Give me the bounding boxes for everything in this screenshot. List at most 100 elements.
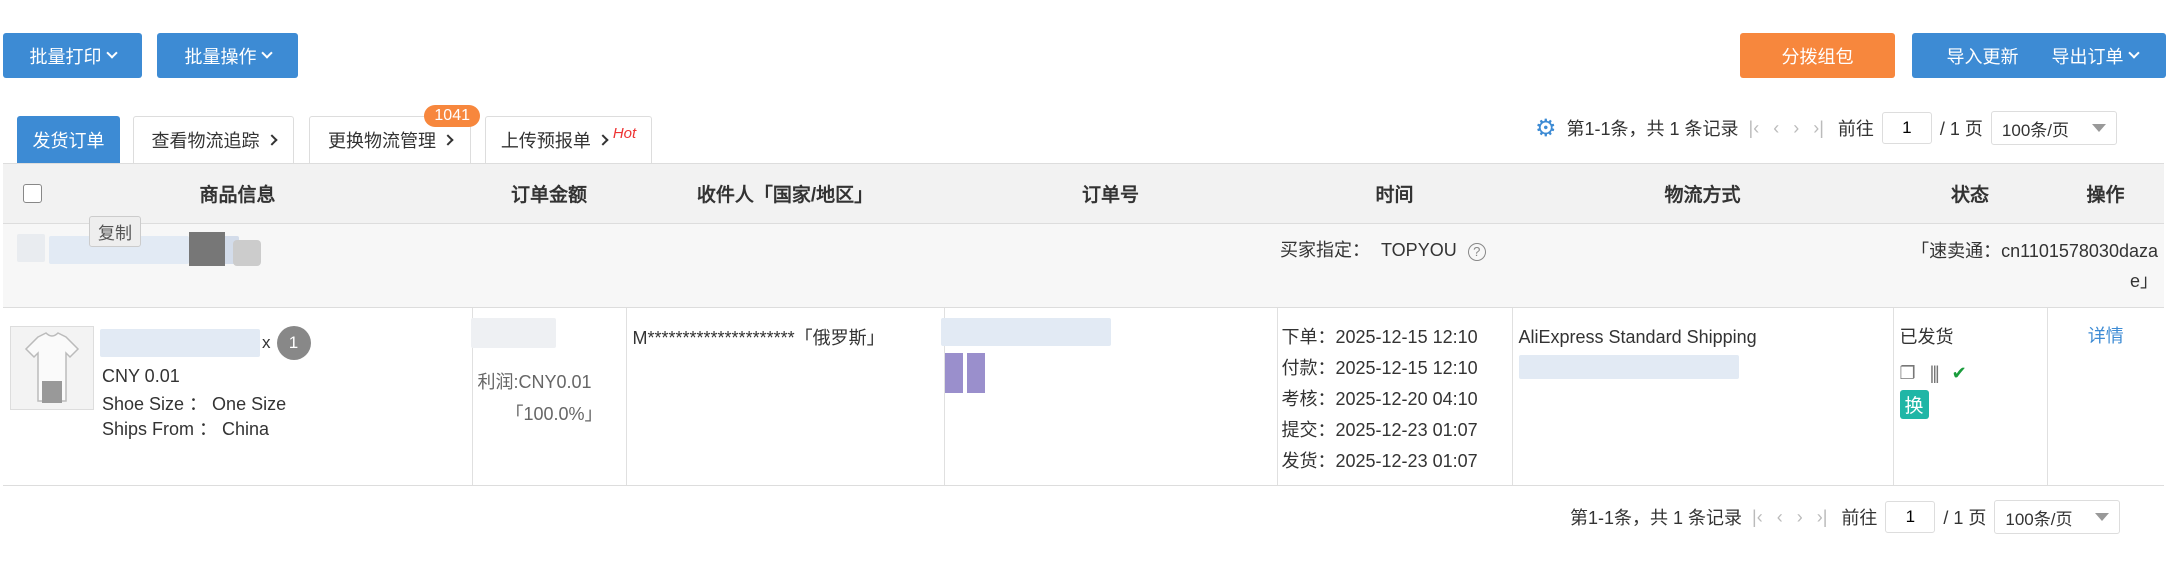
total-pages: / 1 页 [1939,119,1983,139]
goto-label: 前往 [1841,508,1878,528]
page-number-input[interactable] [1885,501,1936,533]
shipping-cell: AliExpress Standard Shipping [1512,307,1894,486]
table-row: x 1 CNY 0.01 Shoe Size ： One Size Ships … [3,307,2164,486]
caret-down-icon [2095,513,2110,521]
recipient-cell: M*********************「俄罗斯」 [626,307,945,486]
header-label: 订单号 [1081,185,1139,206]
profit-value: 利润:CNY0.01 [477,372,592,392]
header-recipient: 收件人「国家/地区」 [626,163,944,224]
group-left-cell: 复制 买家指定： TOPYOU ? [3,216,1512,308]
product-attr-size: Shoe Size ： One Size [102,394,287,414]
first-page-icon[interactable]: |‹ [1752,507,1763,528]
product-attr-ships-from: Ships From ： China [102,419,270,439]
chevron-right-icon [597,134,609,146]
time-label: 考核： [1281,389,1336,409]
group-right-cell: 「速卖通：cn1101578030dazae」 [1512,223,2164,308]
last-page-icon[interactable]: ›| [1813,118,1824,139]
caret-down-icon [2091,124,2106,132]
header-time: 时间 [1277,163,1512,224]
time-value: 2025-12-23 01:07 [1335,420,1478,440]
record-summary: 第1-1条，共 1 条记录 [1566,119,1739,139]
product-meta: CNY 0.01 Shoe Size ： One Size Ships From… [102,361,286,442]
tab-logistics-change[interactable]: 更换物流管理 1041 [309,105,480,163]
tab-label: 上传预报单 [500,131,591,151]
batch-print-button[interactable]: 批量打印 [3,33,142,78]
redacted-order-no [940,318,1111,346]
copy-tooltip[interactable]: 复制 [89,216,141,247]
count-badge: 1041 [424,105,480,127]
header-label: 物流方式 [1664,185,1741,206]
time-label: 付款： [1281,358,1336,378]
export-orders-label: 导出订单 [2051,46,2124,67]
time-value: 2025-12-23 01:07 [1335,451,1478,471]
time-shipped: 发货：2025-12-23 01:07 [1282,446,1512,477]
header-label: 收件人「国家/地区」 [696,185,874,206]
product-image[interactable] [10,326,94,410]
header-label: 时间 [1375,185,1414,206]
page-size-value: 100条/页 [2001,120,2069,140]
copy-icon[interactable]: ❐ [1900,363,1916,384]
qr-thumbnail[interactable] [944,353,985,393]
table-header-row: 商品信息 订单金额 收件人「国家/地区」 订单号 时间 物流方式 状态 操作 [3,163,2164,224]
distribute-button[interactable]: 分拨组包 [1740,33,1895,78]
gear-icon[interactable]: ⚙ [1535,114,1557,143]
orders-table: 商品信息 订单金额 收件人「国家/地区」 订单号 时间 物流方式 状态 操作 复… [3,163,2164,486]
help-icon[interactable]: ? [1467,243,1486,261]
store-info: 「速卖通：cn1101578030dazae」 [1911,241,2158,291]
check-icon[interactable]: ✔ [1952,363,1967,384]
status-text: 已发货 [1899,327,1954,347]
tab-label: 发货订单 [32,131,105,151]
product-price: CNY 0.01 [102,366,180,386]
chevron-down-icon [105,47,118,59]
redacted-tracking [1518,355,1739,379]
time-label: 发货： [1281,451,1336,471]
tab-shipping-orders[interactable]: 发货订单 [17,116,120,163]
product-cell: x 1 CNY 0.01 Shoe Size ： One Size Ships … [3,307,473,486]
prev-page-icon[interactable]: ‹ [1773,118,1779,139]
page-number-input[interactable] [1881,112,1932,144]
export-orders-button[interactable]: 导出订单 [2023,33,2166,78]
buyer-specified: 买家指定： TOPYOU ? [1280,236,1486,262]
hot-badge: Hot [612,124,637,142]
header-label: 商品信息 [199,185,276,206]
tab-logistics-tracking[interactable]: 查看物流追踪 [133,116,294,163]
barcode-icon[interactable]: ||| [1930,363,1940,384]
store-logo [189,232,225,266]
header-label: 操作 [2086,185,2125,206]
page-size-value: 100条/页 [2005,509,2073,529]
header-shipping: 物流方式 [1512,163,1893,224]
time-value: 2025-12-15 12:10 [1335,327,1478,347]
next-page-icon[interactable]: › [1793,118,1799,139]
pager-top: ⚙ 第1-1条，共 1 条记录 |‹ ‹ › ›| 前往 / 1 页 100条/… [1535,111,2117,145]
select-all-checkbox[interactable] [23,184,42,203]
time-value: 2025-12-20 04:10 [1335,389,1478,409]
buyer-value: TOPYOU [1381,240,1457,260]
batch-ops-button[interactable]: 批量操作 [157,33,298,78]
page-size-select[interactable]: 100条/页 [1994,500,2121,534]
header-label: 订单金额 [510,185,587,206]
chevron-right-icon [265,134,278,146]
redacted-block [17,234,45,262]
amount-cell: 利润:CNY0.01 「100.0%」 [470,307,627,486]
next-page-icon[interactable]: › [1797,507,1803,528]
header-actions: 操作 [2047,163,2164,224]
swap-badge[interactable]: 换 [1899,390,1929,419]
toolbar: 批量打印 批量操作 分拨组包 导入更新 导出订单 [3,33,2169,78]
total-pages: / 1 页 [1943,508,1987,528]
header-status: 状态 [1893,163,2047,224]
time-ordered: 下单：2025-12-15 12:10 [1282,322,1512,353]
product-title-line: x 1 [100,326,311,360]
time-value: 2025-12-15 12:10 [1335,358,1478,378]
batch-print-label: 批量打印 [29,46,102,67]
tab-upload-forecast[interactable]: 上传预报单 Hot [485,116,652,163]
detail-link[interactable]: 详情 [2088,326,2124,346]
import-update-label: 导入更新 [1946,46,2019,67]
last-page-icon[interactable]: ›| [1817,507,1828,528]
prev-page-icon[interactable]: ‹ [1777,507,1783,528]
redacted-title [100,329,260,357]
distribute-label: 分拨组包 [1781,46,1854,67]
first-page-icon[interactable]: |‹ [1749,118,1760,139]
page-size-select[interactable]: 100条/页 [1990,111,2117,145]
shipping-method: AliExpress Standard Shipping [1518,327,1757,347]
time-label: 下单： [1281,327,1336,347]
